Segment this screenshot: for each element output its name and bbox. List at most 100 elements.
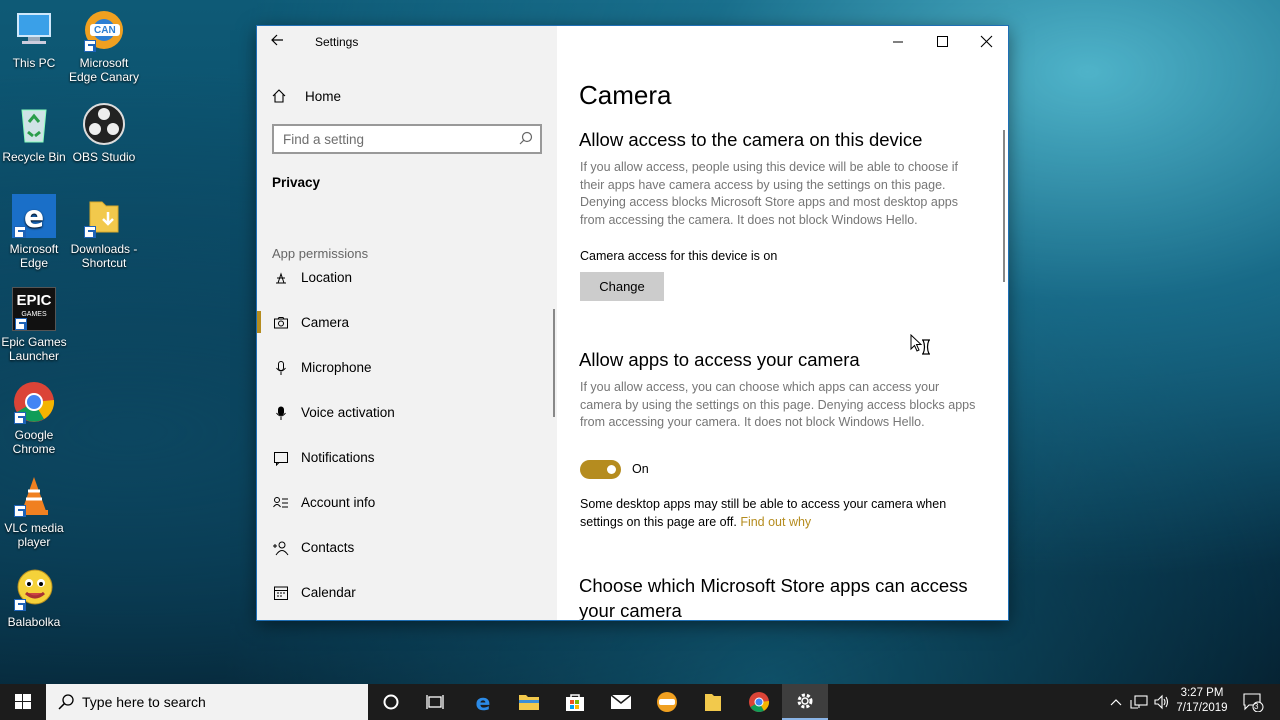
microphone-icon <box>276 361 286 375</box>
notification-count-badge: 3 <box>1254 702 1259 711</box>
sidebar-item-contacts[interactable]: Contacts <box>257 530 553 566</box>
settings-window: Settings Home Privacy App permissions Lo… <box>257 26 1008 620</box>
apps-access-description: If you allow access, you can choose whic… <box>580 380 976 429</box>
desktop-icon-microsoft-edge[interactable]: e Microsoft Edge <box>0 194 70 270</box>
sidebar-item-label: Microphone <box>301 360 372 375</box>
folder-icon <box>82 194 126 238</box>
desktop-icon-balabolka[interactable]: Balabolka <box>0 567 70 629</box>
edge-canary-icon <box>657 692 677 712</box>
store-icon <box>566 694 584 711</box>
desktop-icon-downloads-shortcut[interactable]: Downloads - Shortcut <box>68 194 140 270</box>
edge-canary-badge: CAN <box>94 25 116 36</box>
taskbar-clock[interactable]: 3:27 PM 7/17/2019 <box>1170 686 1234 716</box>
apps-access-heading: Allow apps to access your camera <box>579 349 860 370</box>
caption-buttons <box>876 26 1008 58</box>
taskbar: Type here to search e 3:27 PM 7/17/2019 <box>0 684 1280 720</box>
back-button[interactable] <box>270 33 290 51</box>
desktop-icon-label: Epic Games Launcher <box>1 335 67 363</box>
taskbar-search-box[interactable]: Type here to search <box>46 684 368 720</box>
find-out-why-link[interactable]: Find out why <box>740 515 811 529</box>
folder-icon <box>705 694 721 711</box>
sidebar-item-camera[interactable]: Camera <box>257 305 553 341</box>
chrome-icon <box>12 380 56 424</box>
sidebar-item-label: Location <box>301 270 353 285</box>
content-scrollbar[interactable] <box>1003 130 1005 282</box>
mail-icon <box>610 694 632 709</box>
find-setting-search[interactable] <box>272 124 542 154</box>
toggle-state-label: On <box>632 462 649 476</box>
desktop-icon-label: OBS Studio <box>72 150 136 164</box>
action-center-button[interactable]: 3 <box>1238 684 1268 720</box>
title-bar[interactable]: Settings <box>257 26 557 58</box>
taskbar-downloads-folder[interactable] <box>690 684 736 720</box>
epic-badge-line1: EPIC <box>16 292 52 309</box>
sidebar-item-account-info[interactable]: Account info <box>257 485 553 521</box>
cortana-button[interactable] <box>368 684 414 720</box>
camera-icon <box>274 317 288 329</box>
sidebar-item-voice-activation[interactable]: Voice activation <box>257 395 553 431</box>
desktop-icon-epic-games[interactable]: EPIC GAMES Epic Games Launcher <box>0 287 70 363</box>
maximize-icon <box>937 36 948 47</box>
taskbar-edge-canary[interactable] <box>644 684 690 720</box>
taskbar-edge[interactable]: e <box>460 684 506 720</box>
maximize-button[interactable] <box>920 26 964 58</box>
taskbar-mail[interactable] <box>598 684 644 720</box>
window-title: Settings <box>315 35 359 49</box>
minimize-button[interactable] <box>876 26 920 58</box>
close-button[interactable] <box>964 26 1008 58</box>
desktop-icon-edge-canary[interactable]: CAN Microsoft Edge Canary <box>68 8 140 84</box>
desktop-icon-this-pc[interactable]: This PC <box>0 8 70 70</box>
search-icon <box>58 694 74 710</box>
taskbar-chrome[interactable] <box>736 684 782 720</box>
start-button[interactable] <box>0 684 46 720</box>
windows-logo-icon <box>15 694 31 709</box>
taskbar-file-explorer[interactable] <box>506 684 552 720</box>
desktop-icon-recycle-bin[interactable]: Recycle Bin <box>0 102 70 164</box>
svg-text:e: e <box>24 200 44 235</box>
network-button[interactable] <box>1128 684 1150 720</box>
shortcut-arrow-icon <box>84 40 96 52</box>
section-heading-privacy: Privacy <box>272 175 321 190</box>
close-icon <box>980 35 993 48</box>
sidebar-item-label: Camera <box>301 315 350 330</box>
desktop-icon-label: Google Chrome <box>12 428 56 456</box>
sidebar-item-notifications[interactable]: Notifications <box>257 440 553 476</box>
sidebar-item-label: Notifications <box>301 450 375 465</box>
settings-content: Camera Allow access to the camera on thi… <box>557 26 1008 620</box>
shortcut-arrow-icon <box>84 226 96 238</box>
taskbar-settings[interactable] <box>782 684 828 720</box>
desktop-icon-label: This PC <box>12 56 56 70</box>
sidebar-item-label: Contacts <box>301 540 355 555</box>
desktop-icon-obs-studio[interactable]: OBS Studio <box>68 102 140 164</box>
edge-icon: e <box>12 194 56 238</box>
sidebar-item-microphone[interactable]: Microphone <box>257 350 553 386</box>
epic-games-icon: EPIC GAMES <box>12 287 56 331</box>
home-nav-item[interactable]: Home <box>271 86 341 106</box>
desktop-icon-label: Balabolka <box>7 615 61 629</box>
search-icon <box>519 131 533 145</box>
sidebar-item-calendar[interactable]: Calendar <box>257 575 553 611</box>
voice-activation-icon <box>276 406 286 420</box>
desktop-icon-vlc[interactable]: VLC media player <box>0 473 70 549</box>
desktop-icon-google-chrome[interactable]: Google Chrome <box>0 380 70 456</box>
balabolka-icon <box>12 567 56 611</box>
desktop-icon-label: VLC media player <box>4 521 64 549</box>
cortana-icon <box>383 694 399 710</box>
change-button[interactable]: Change <box>580 272 664 301</box>
taskbar-store[interactable] <box>552 684 598 720</box>
shortcut-arrow-icon <box>15 318 27 330</box>
back-arrow-icon <box>271 34 283 46</box>
apps-camera-toggle[interactable] <box>580 460 621 479</box>
network-icon <box>1130 695 1148 709</box>
clock-time: 3:27 PM <box>1180 687 1224 699</box>
edge-icon: e <box>476 691 491 713</box>
desktop-icon-label: Microsoft Edge Canary <box>68 56 140 84</box>
location-icon <box>276 272 286 284</box>
search-input[interactable] <box>274 126 504 152</box>
sidebar-scrollbar[interactable] <box>553 309 555 417</box>
taskbar-search-text: Type here to search <box>82 694 206 710</box>
show-hidden-icons-button[interactable] <box>1106 684 1126 720</box>
sidebar-item-location[interactable]: Location <box>257 260 553 296</box>
shortcut-arrow-icon <box>14 505 26 517</box>
task-view-button[interactable] <box>412 684 458 720</box>
